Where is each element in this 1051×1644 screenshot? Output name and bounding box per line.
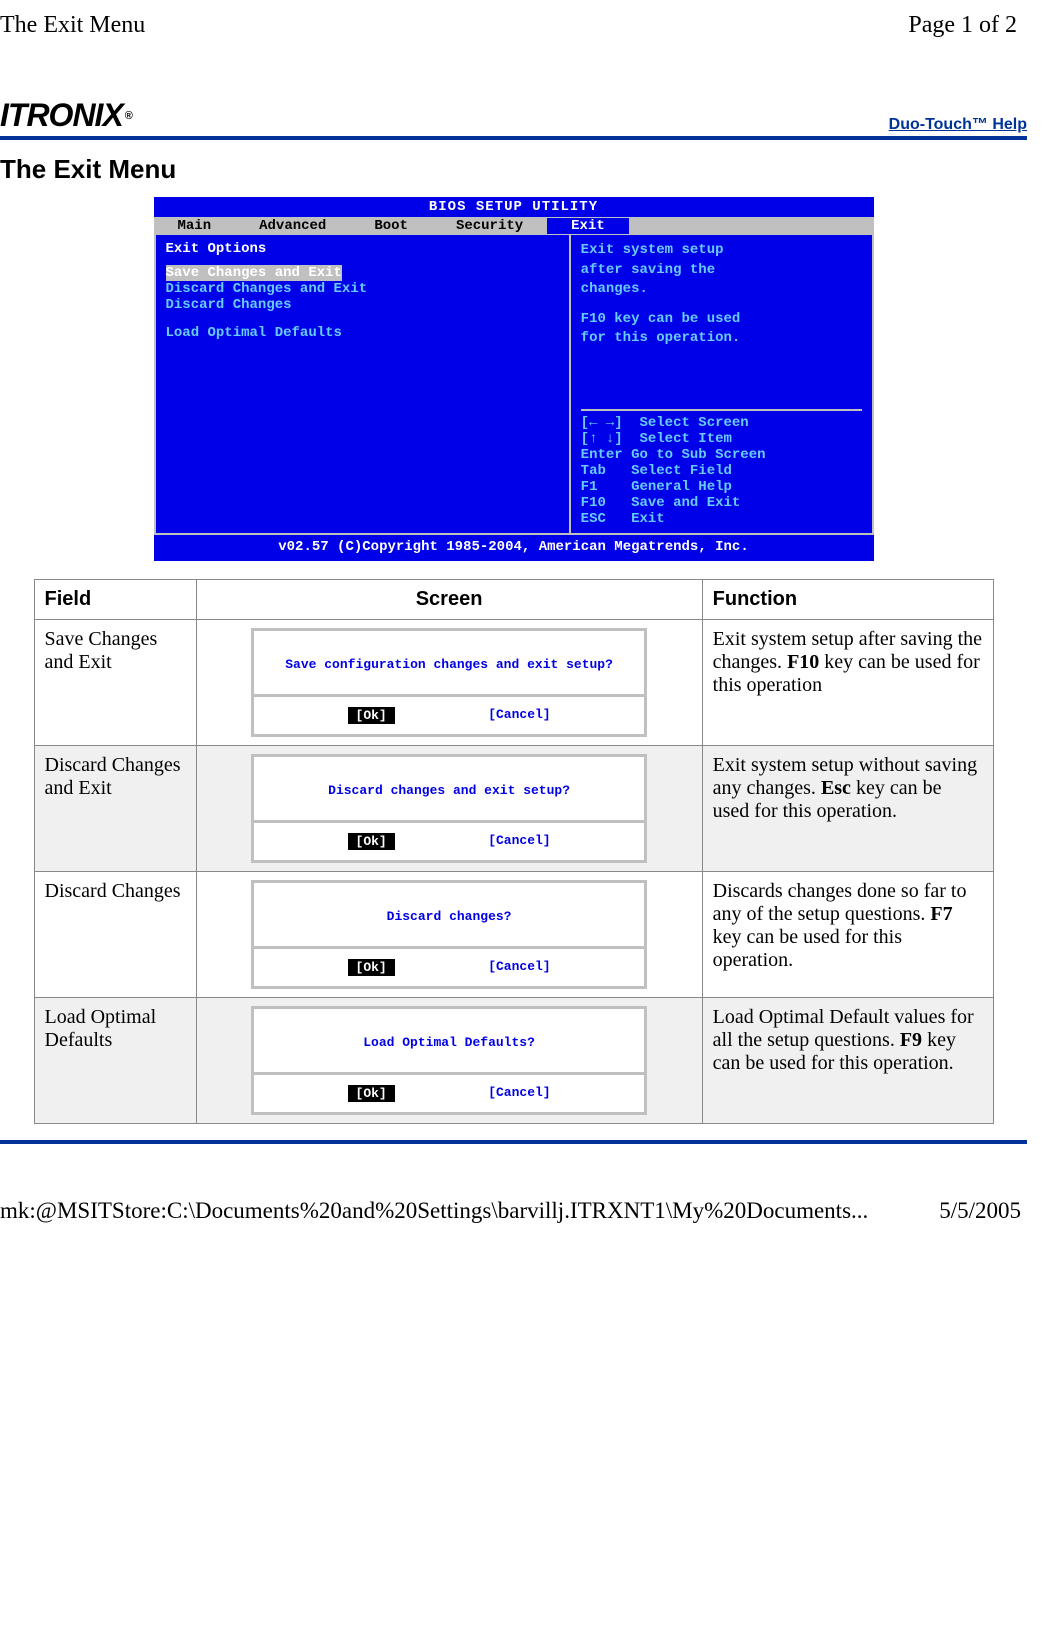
dialog-message: Save configuration changes and exit setu… [254,631,644,697]
table-row: Save Changes and Exit Save configuration… [34,620,993,746]
legend-line: Tab Select Field [581,463,862,479]
legend-line: Enter Go to Sub Screen [581,447,862,463]
cell-field: Discard Changes and Exit [34,746,196,872]
bios-tab-boot: Boot [350,218,432,234]
page-title: The Exit Menu [0,154,1027,185]
dialog-load-defaults: Load Optimal Defaults? [Ok] [Cancel] [251,1006,647,1115]
header-title: The Exit Menu [0,12,145,39]
cell-function: Exit system setup without saving any cha… [702,746,993,872]
description-table: Field Screen Function Save Changes and E… [34,579,994,1124]
bios-right-pane: Exit system setup after saving the chang… [571,235,874,535]
bios-tab-main: Main [154,218,236,234]
table-row: Load Optimal Defaults Load Optimal Defau… [34,998,993,1124]
brand-header: ITRONIX® Duo-Touch™ Help [0,97,1027,140]
dialog-message: Discard changes and exit setup? [254,757,644,823]
logo: ITRONIX® [0,97,132,134]
legend-line: [↑ ↓] Select Item [581,431,862,447]
bios-help-line: after saving the [581,261,862,281]
th-field: Field [34,580,196,620]
bios-tab-security: Security [432,218,547,234]
legend-line: ESC Exit [581,511,862,527]
ok-button: [Ok] [348,959,395,976]
table-row: Discard Changes and Exit Discard changes… [34,746,993,872]
dialog-message: Discard changes? [254,883,644,949]
cancel-button: [Cancel] [488,1085,550,1102]
table-row: Discard Changes Discard changes? [Ok] [C… [34,872,993,998]
logo-text: ITRONIX [0,97,123,134]
th-function: Function [702,580,993,620]
bios-tab-advanced: Advanced [235,218,350,234]
cancel-button: [Cancel] [488,707,550,724]
cell-field: Discard Changes [34,872,196,998]
cancel-button: [Cancel] [488,959,550,976]
bios-help-line: changes. [581,280,862,300]
bios-item-save-exit: Save Changes and Exit [166,265,342,281]
bios-key-legend: [← →] Select Screen [↑ ↓] Select Item En… [581,409,862,527]
bios-help-line: for this operation. [581,329,862,349]
bios-item-load-defaults: Load Optimal Defaults [166,325,559,341]
cell-function: Exit system setup after saving the chang… [702,620,993,746]
dialog-discard: Discard changes? [Ok] [Cancel] [251,880,647,989]
bios-copyright: v02.57 (C)Copyright 1985-2004, American … [154,535,874,561]
cell-field: Load Optimal Defaults [34,998,196,1124]
help-link[interactable]: Duo-Touch™ Help [889,116,1027,134]
bios-item-discard: Discard Changes [166,297,559,313]
dialog-save-exit: Save configuration changes and exit setu… [251,628,647,737]
footer-path: mk:@MSITStore:C:\Documents%20and%20Setti… [0,1198,868,1224]
bios-help-line: F10 key can be used [581,310,862,330]
bios-title: BIOS SETUP UTILITY [154,197,874,217]
cell-function: Load Optimal Default values for all the … [702,998,993,1124]
bios-help-line: Exit system setup [581,241,862,261]
ok-button: [Ok] [348,1085,395,1102]
dialog-message: Load Optimal Defaults? [254,1009,644,1075]
dialog-discard-exit: Discard changes and exit setup? [Ok] [Ca… [251,754,647,863]
legend-line: F10 Save and Exit [581,495,862,511]
header-pager: Page 1 of 2 [908,12,1017,39]
bios-tab-exit: Exit [547,218,629,234]
bios-options-heading: Exit Options [166,241,559,257]
legend-line: F1 General Help [581,479,862,495]
bios-left-pane: Exit Options Save Changes and Exit Disca… [154,235,571,535]
ok-button: [Ok] [348,707,395,724]
footer-date: 5/5/2005 [939,1198,1021,1224]
cancel-button: [Cancel] [488,833,550,850]
cell-function: Discards changes done so far to any of t… [702,872,993,998]
bios-item-discard-exit: Discard Changes and Exit [166,281,559,297]
th-screen: Screen [196,580,702,620]
legend-line: [← →] Select Screen [581,415,862,431]
bios-screenshot: BIOS SETUP UTILITY Main Advanced Boot Se… [154,197,874,561]
cell-field: Save Changes and Exit [34,620,196,746]
registered-icon: ® [125,110,132,122]
ok-button: [Ok] [348,833,395,850]
bios-menubar: Main Advanced Boot Security Exit [154,217,874,235]
